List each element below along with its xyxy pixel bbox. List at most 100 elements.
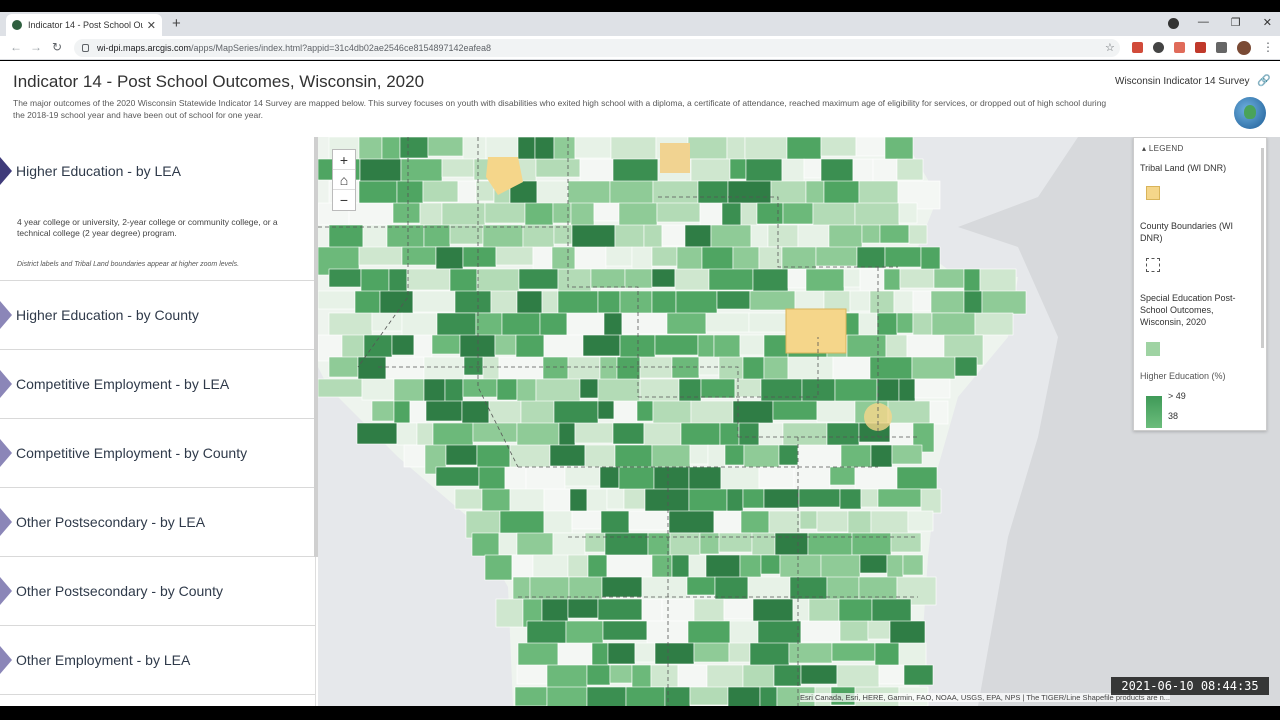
district-polygon [869,290,895,316]
district-polygon [920,488,942,514]
district-polygon [532,246,553,270]
district-polygon [689,444,709,465]
district-polygon [772,400,818,421]
district-polygon [666,312,707,335]
district-polygon [899,268,935,289]
extension-icon[interactable] [1174,42,1185,53]
district-polygon [911,356,956,380]
district-polygon [482,356,500,382]
browser-tab[interactable]: Indicator 14 - Post School Outco ✕ [6,14,162,36]
district-polygon [495,598,524,628]
forward-icon[interactable]: → [30,40,42,54]
district-polygon [787,268,807,289]
zoom-in-button[interactable]: + [333,150,355,170]
district-polygon [829,466,856,486]
district-polygon [742,488,765,509]
home-icon: ⌂ [339,171,349,188]
district-polygon [567,554,589,578]
district-polygon [758,466,795,489]
district-polygon [803,158,822,179]
restore-icon[interactable]: ❐ [1231,16,1241,29]
district-polygon [933,268,965,289]
district-polygon [651,444,691,470]
tribal-land-menominee [785,308,847,354]
extension-icon[interactable] [1132,42,1143,53]
series-title-link[interactable]: Wisconsin Indicator 14 Survey [1115,76,1250,87]
district-polygon [614,444,653,471]
window-controls: — ❐ ✕ [1198,16,1272,29]
district-polygon [798,488,841,508]
district-polygon [393,400,411,424]
district-polygon [688,466,722,493]
sidebar-entry-other-postsecondary-lea[interactable]: Other Postsecondary - by LEA [0,488,315,557]
entry-label: Higher Education - by LEA [16,163,181,179]
sidebar-entry-higher-education-lea[interactable]: Higher Education - by LEA 4 year college… [0,137,315,281]
entry-label: Other Postsecondary - by County [16,583,223,599]
district-polygon [903,664,934,686]
bookmark-star-icon[interactable]: ☆ [1105,41,1115,54]
district-polygon [431,334,461,355]
district-polygon [496,378,518,401]
browser-toolbar: ← → ↻ wi-dpi.maps.arcgis.com /apps/MapSe… [0,36,1280,60]
legend-scrollbar[interactable] [1261,148,1264,348]
district-polygon [740,202,758,229]
entry-label: Other Employment - by LEA [16,652,191,668]
district-polygon [625,686,666,706]
browser-tabstrip: Indicator 14 - Post School Outco ✕ + — ❐… [0,12,1280,36]
district-polygon [668,510,715,534]
entry-arrow-icon [0,577,12,605]
district-polygon [954,356,978,377]
district-polygon [664,686,691,706]
district-polygon [591,642,609,666]
district-polygon [634,642,656,663]
district-polygon [678,378,702,403]
more-menu-icon[interactable]: ⋮ [1262,40,1274,54]
profile-avatar[interactable] [1237,41,1251,55]
legend-header[interactable]: ▴ LEGEND [1142,144,1184,153]
district-polygon [742,356,765,382]
district-polygon [536,180,569,205]
map-view[interactable]: + ⌂ − ▴ LEGEND Tribal Land (WI DNR) Coun… [318,137,1280,706]
sidebar-entry-competitive-employment-county[interactable]: Competitive Employment - by County [0,419,315,488]
district-polygon [551,246,576,272]
district-polygon [484,202,526,224]
district-polygon [328,356,359,378]
district-polygon [823,180,860,205]
close-tab-icon[interactable]: ✕ [147,19,156,32]
home-button[interactable]: ⌂ [333,170,355,190]
district-polygon [846,334,887,359]
district-polygon [607,642,636,665]
zoom-out-button[interactable]: − [333,190,355,210]
reload-icon[interactable]: ↻ [52,40,62,54]
share-link-icon[interactable]: 🔗 [1257,74,1271,87]
district-polygon [661,224,686,247]
close-window-icon[interactable]: ✕ [1263,16,1272,29]
district-polygon [494,334,517,356]
extension-icon[interactable] [1195,42,1206,53]
district-polygon [756,202,784,225]
district-polygon [877,488,922,508]
sidebar-entry-other-employment-lea[interactable]: Other Employment - by LEA [0,626,315,695]
district-polygon [699,532,720,555]
district-polygon [890,532,922,553]
minimize-icon[interactable]: — [1198,16,1209,29]
sidebar-entry-higher-education-county[interactable]: Higher Education - by County [0,281,315,350]
district-polygon [579,378,599,399]
district-polygon [816,510,849,533]
tab-search-icon[interactable] [1168,18,1179,29]
district-polygon [792,598,810,622]
address-bar[interactable]: wi-dpi.maps.arcgis.com /apps/MapSeries/i… [74,39,1120,57]
district-polygon [891,444,923,465]
back-icon[interactable]: ← [10,40,22,54]
district-polygon [898,202,918,224]
district-polygon [786,137,822,161]
district-polygon [609,664,633,684]
puzzle-icon[interactable] [1216,42,1227,53]
sidebar-entry-other-postsecondary-county[interactable]: Other Postsecondary - by County [0,557,315,626]
new-tab-icon[interactable]: + [172,15,181,32]
district-polygon [843,268,861,288]
recording-timestamp: 2021-06-10 08:44:35 [1111,677,1269,695]
extension-icon[interactable] [1153,42,1164,53]
sidebar-entry-competitive-employment-lea[interactable]: Competitive Employment - by LEA [0,350,315,419]
district-polygon [889,620,926,645]
